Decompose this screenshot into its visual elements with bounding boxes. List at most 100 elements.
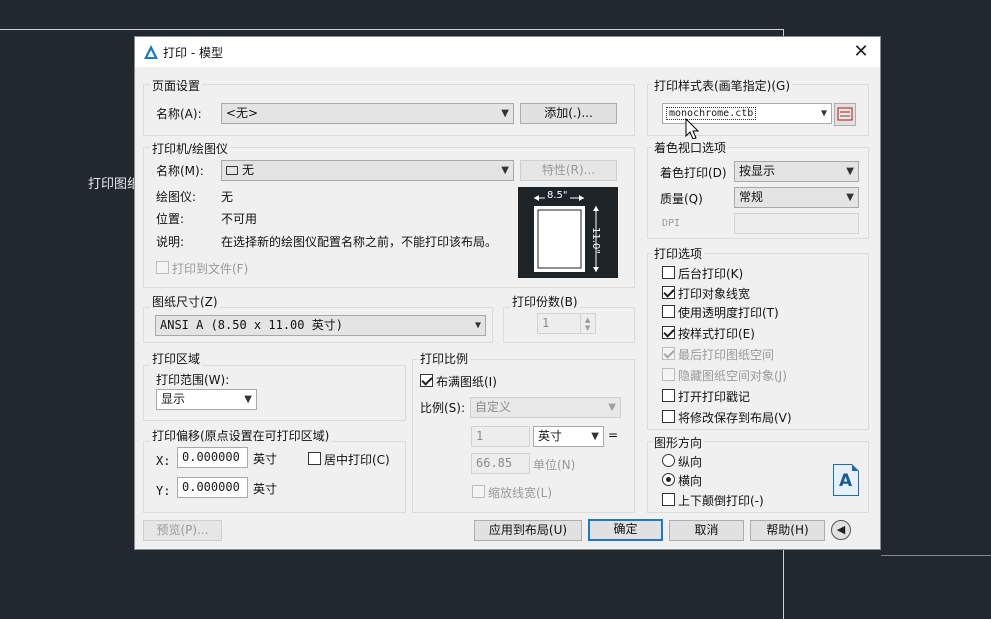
plot-dialog: 打印 - 模型 ✕ 页面设置 名称(A): <无> ▼ 添加(.)... 打印机…: [134, 36, 881, 550]
chevron-down-icon: ▼: [846, 192, 854, 203]
edit-plot-style-button[interactable]: [834, 103, 856, 126]
close-button[interactable]: ✕: [850, 41, 872, 63]
plot-paperspace-last-checkbox[interactable]: [662, 347, 675, 360]
chevron-down-icon: ▼: [591, 431, 599, 442]
scale-unit1-value: 英寸: [538, 429, 563, 443]
spin-up-icon: ▲: [585, 316, 591, 324]
shade-plot-dropdown[interactable]: 按显示 ▼: [734, 161, 859, 182]
paper-preview: 8.5" 11.0": [518, 187, 618, 278]
plotter-label: 绘图仪:: [156, 190, 197, 204]
plot-range-value: 显示: [161, 392, 186, 406]
quality-label: 质量(Q): [660, 192, 703, 206]
plotter-value: 无: [221, 190, 234, 204]
plot-range-dropdown[interactable]: 显示 ▼: [156, 389, 257, 410]
drawing-inner-line: [881, 555, 991, 556]
chevron-down-icon: ▼: [501, 108, 509, 119]
scale-lineweights-checkbox[interactable]: [472, 485, 485, 498]
plot-stamp-checkbox[interactable]: [662, 389, 675, 402]
spin-down-icon: ▼: [585, 324, 591, 332]
dialog-titlebar: 打印 - 模型 ✕: [135, 37, 880, 67]
background-plot-checkbox[interactable]: [662, 266, 675, 279]
y-offset-unit: 英寸: [253, 482, 278, 496]
shaded-viewport-title: 着色视口选项: [652, 139, 729, 156]
scale-value1: 1: [476, 429, 484, 443]
y-offset-input[interactable]: 0.000000: [177, 477, 248, 498]
dpi-input[interactable]: [734, 213, 859, 234]
plot-style-edit-icon: [837, 107, 853, 121]
shade-plot-label: 着色打印(D): [660, 166, 727, 180]
copies-spinner[interactable]: ▲ ▼: [580, 313, 596, 334]
add-page-setup-button[interactable]: 添加(.)...: [520, 103, 617, 124]
location-label: 位置:: [156, 212, 185, 226]
fit-to-paper-checkbox[interactable]: [420, 374, 433, 387]
ok-button[interactable]: 确定: [588, 519, 663, 541]
landscape-preview-icon: A: [833, 464, 859, 496]
printer-icon: [226, 166, 238, 175]
orientation-title: 图形方向: [652, 434, 705, 451]
portrait-label: 纵向: [678, 455, 703, 469]
page-setup-name-dropdown[interactable]: <无> ▼: [221, 103, 514, 124]
plot-style-title: 打印样式表(画笔指定)(G): [652, 77, 793, 94]
landscape-radio[interactable]: [662, 473, 675, 486]
scale-value: 自定义: [475, 400, 512, 414]
cancel-button[interactable]: 取消: [669, 520, 744, 541]
print-to-file-checkbox[interactable]: [156, 261, 169, 274]
portrait-radio[interactable]: [662, 454, 675, 467]
copies-input[interactable]: 1: [537, 313, 581, 334]
preview-button[interactable]: 预览(P)...: [143, 520, 222, 541]
plot-range-label: 打印范围(W):: [156, 373, 230, 387]
save-changes-label: 将修改保存到布局(V): [678, 411, 792, 425]
drawing-border-top: [0, 29, 784, 30]
plot-scale-title: 打印比例: [418, 350, 471, 367]
plot-transparency-checkbox[interactable]: [662, 305, 675, 318]
paper-size-value: ANSI A (8.50 x 11.00 英寸): [160, 318, 343, 332]
location-value: 不可用: [221, 212, 258, 226]
page-setup-title: 页面设置: [150, 77, 203, 94]
save-changes-checkbox[interactable]: [662, 410, 675, 423]
copies-value: 1: [542, 316, 550, 330]
scale-lineweights-label: 缩放线宽(L): [488, 486, 553, 500]
dpi-label: DPI: [662, 218, 681, 229]
close-icon: ✕: [853, 41, 869, 62]
chevron-down-icon: ▼: [474, 320, 481, 331]
plot-paperspace-last-label: 最后打印图纸空间: [678, 348, 775, 362]
scale-unit-dropdown[interactable]: 英寸 ▼: [533, 426, 604, 447]
printer-name-value: 无: [242, 163, 255, 177]
hide-paperspace-objects-checkbox[interactable]: [662, 368, 675, 381]
autocad-logo-icon: [144, 45, 158, 59]
center-plot-checkbox[interactable]: [308, 452, 321, 465]
dialog-title: 打印 - 模型: [163, 46, 223, 60]
plot-area-title: 打印区域: [150, 350, 203, 367]
plot-lineweights-label: 打印对象线宽: [678, 287, 751, 301]
upside-down-checkbox[interactable]: [662, 493, 675, 506]
chevron-left-icon: ◀: [836, 523, 846, 536]
chevron-down-icon: ▼: [244, 394, 252, 405]
chevron-down-icon: ▼: [501, 165, 509, 176]
page-setup-name-value: <无>: [226, 106, 259, 120]
chevron-down-icon: ▼: [846, 166, 854, 177]
quality-dropdown[interactable]: 常规 ▼: [734, 187, 859, 208]
printer-name-label: 名称(M):: [156, 164, 204, 178]
paper-size-dropdown[interactable]: ANSI A (8.50 x 11.00 英寸) ▼: [155, 315, 486, 336]
scale-value2-input[interactable]: 66.85: [471, 453, 530, 474]
scale-value2: 66.85: [476, 456, 513, 470]
hide-paperspace-objects-label: 隐藏图纸空间对象(J): [678, 369, 787, 383]
description-label: 说明:: [156, 235, 185, 249]
plot-stamp-label: 打开打印戳记: [678, 390, 751, 404]
shade-plot-value: 按显示: [739, 164, 776, 178]
help-button[interactable]: 帮助(H): [750, 520, 825, 541]
scale-value1-input[interactable]: 1: [471, 426, 530, 447]
collapse-options-button[interactable]: ◀: [831, 520, 851, 540]
plot-lineweights-checkbox[interactable]: [662, 286, 675, 299]
plot-with-styles-checkbox[interactable]: [662, 326, 675, 339]
plot-with-styles-label: 按样式打印(E): [678, 327, 755, 341]
scale-dropdown[interactable]: 自定义 ▼: [470, 397, 621, 418]
apply-to-layout-button[interactable]: 应用到布局(U): [474, 520, 582, 541]
x-offset-input[interactable]: 0.000000: [177, 447, 248, 468]
landscape-icon-letter: A: [839, 471, 853, 491]
x-offset-unit: 英寸: [253, 452, 278, 466]
printer-name-dropdown[interactable]: 无 ▼: [221, 160, 514, 181]
chevron-down-icon: ▼: [608, 402, 616, 413]
landscape-label: 横向: [678, 474, 703, 488]
printer-properties-button[interactable]: 特性(R)...: [520, 160, 617, 181]
